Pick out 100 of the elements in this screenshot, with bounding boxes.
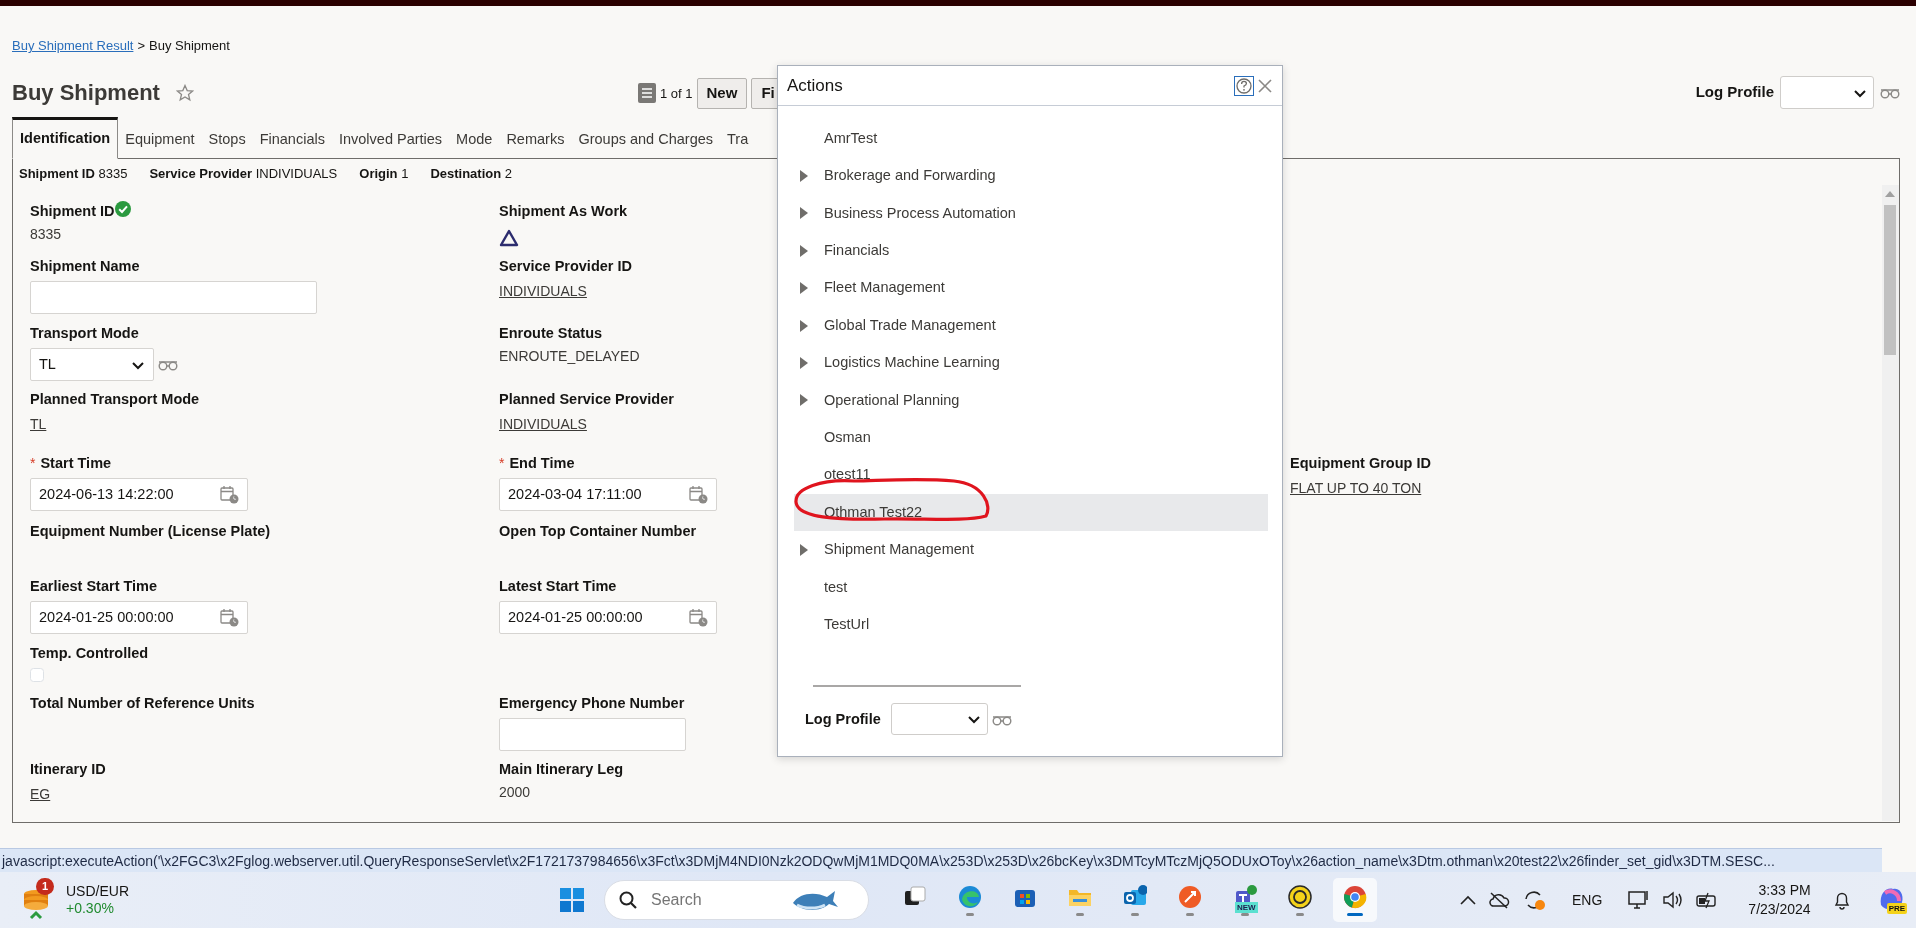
list-icon[interactable] xyxy=(638,83,656,104)
notification-badge: 1 xyxy=(36,878,55,895)
field-label: Equipment Number (License Plate) xyxy=(30,521,271,541)
date-field[interactable]: 2024-03-04 17:11:00 xyxy=(499,478,717,512)
app-icon xyxy=(958,884,982,909)
action-item[interactable]: TestUrl xyxy=(794,606,1268,644)
tab[interactable]: Stops xyxy=(201,121,253,159)
widget-title: USD/EUR xyxy=(66,882,129,900)
field-value: 2000 xyxy=(499,783,531,803)
search-box[interactable]: Search xyxy=(604,880,869,920)
field-link[interactable]: EG xyxy=(30,784,51,806)
app-icon xyxy=(1343,884,1367,909)
tab[interactable]: Equipment xyxy=(118,121,202,159)
log-profile-label: Log Profile xyxy=(1695,82,1774,103)
field-label: Earliest Start Time xyxy=(30,576,158,596)
field-label: Equipment Group ID xyxy=(1290,453,1431,473)
calendar-icon[interactable] xyxy=(220,608,239,628)
check-circle-icon xyxy=(114,200,131,217)
battery-icon[interactable] xyxy=(1696,891,1719,909)
tab[interactable]: Involved Parties xyxy=(331,121,450,159)
action-group[interactable]: Financials xyxy=(794,232,1268,270)
action-group[interactable]: Operational Planning xyxy=(794,381,1268,420)
breadcrumb-separator: > xyxy=(137,38,145,53)
caret-icon xyxy=(800,544,808,556)
breadcrumb-link[interactable]: Buy Shipment Result xyxy=(12,38,134,53)
scroll-up-icon[interactable] xyxy=(1885,191,1895,197)
search-icon xyxy=(619,891,637,909)
action-item[interactable]: Osman xyxy=(794,419,1268,457)
toolbar-button[interactable]: New xyxy=(696,78,748,109)
speaker-icon[interactable] xyxy=(1662,891,1685,909)
calendar-icon[interactable] xyxy=(220,485,239,505)
required-mark: * xyxy=(30,453,36,473)
log-profile-label: Log Profile xyxy=(805,709,881,729)
field-link[interactable]: TL xyxy=(30,414,47,436)
caret-icon xyxy=(800,394,808,407)
field-label: Start Time xyxy=(40,453,112,473)
windows-icon xyxy=(560,888,584,912)
scroll-thumb[interactable] xyxy=(1884,205,1896,355)
clock[interactable]: 3:33 PM 7/23/2024 xyxy=(1748,881,1811,919)
action-group[interactable]: Logistics Machine Learning xyxy=(794,344,1268,382)
pre-badge: PRE xyxy=(1886,903,1908,914)
tab[interactable]: Groups and Charges xyxy=(571,121,720,159)
required-mark: * xyxy=(499,453,505,473)
action-group[interactable]: Brokerage and Forwarding xyxy=(794,157,1268,195)
checkbox[interactable] xyxy=(30,668,44,683)
date-value: 2024-01-25 00:00:00 xyxy=(39,607,174,627)
dialog-title: Actions xyxy=(787,74,843,97)
action-item[interactable]: otest11 xyxy=(794,456,1268,494)
summary-field: Shipment ID 8335 xyxy=(19,164,128,184)
sync-icon[interactable] xyxy=(1522,889,1546,911)
glasses-icon[interactable] xyxy=(158,358,178,372)
tab[interactable]: Mode xyxy=(449,121,500,159)
language-indicator[interactable]: ENG xyxy=(1572,889,1603,911)
scrollbar[interactable] xyxy=(1882,185,1899,821)
field-label: Planned Service Provider xyxy=(499,389,674,409)
app-icon xyxy=(1178,884,1202,909)
action-item[interactable]: Othman Test22 xyxy=(794,493,1268,532)
app-icon xyxy=(1288,884,1312,909)
close-icon[interactable] xyxy=(1258,78,1272,93)
calendar-icon[interactable] xyxy=(689,485,708,505)
star-icon[interactable] xyxy=(175,84,194,102)
action-group[interactable]: Shipment Management xyxy=(794,531,1268,569)
glasses-icon[interactable] xyxy=(1880,86,1900,99)
status-url: javascript:executeAction('\x2FGC3\x2Fglog.webserver.util.QueryResponseServlet\x2F1721737984656\x3Fct\x3DMjM4NDI0Nzk2ODQwMjM1MDQ0MA\x253D\x253D\x26bcKey\x3DMTcyMTczMjQ5ODUxOToy\x26action_name\x3Dtm.othman\x20test22\x26finder_set_gid\x3DTM.SESC... xyxy=(0,848,1882,872)
field-link[interactable]: INDIVIDUALS xyxy=(499,414,587,436)
date-value: 2024-03-04 17:11:00 xyxy=(508,484,642,504)
action-item[interactable]: AmrTest xyxy=(794,120,1268,158)
bell-icon[interactable] xyxy=(1832,890,1851,910)
action-group[interactable]: Fleet Management xyxy=(794,269,1268,307)
field-label: Shipment As Work xyxy=(499,201,628,221)
text-field[interactable] xyxy=(499,718,686,752)
caret-icon xyxy=(800,282,808,295)
caret-icon xyxy=(800,244,808,257)
cloud-off-icon[interactable] xyxy=(1488,891,1510,909)
action-group[interactable]: Global Trade Management xyxy=(794,306,1268,345)
search-field[interactable]: Search xyxy=(649,887,779,913)
tab[interactable]: Remarks xyxy=(499,121,572,159)
date-field[interactable]: 2024-06-13 14:22:00 xyxy=(30,478,248,512)
select-field[interactable]: TL xyxy=(30,348,154,382)
field-link[interactable]: INDIVIDUALS xyxy=(499,281,587,303)
tab[interactable]: Identification xyxy=(12,117,119,159)
caret-icon xyxy=(800,357,808,370)
action-group[interactable]: Business Process Automation xyxy=(794,194,1268,233)
page-title: Buy Shipment xyxy=(12,79,160,107)
chevron-up-icon[interactable] xyxy=(1460,895,1476,905)
widget-change: +0.30% xyxy=(66,900,115,918)
monitor-icon[interactable] xyxy=(1628,890,1651,910)
date-field[interactable]: 2024-01-25 00:00:00 xyxy=(30,601,248,635)
calendar-icon[interactable] xyxy=(689,608,708,628)
action-item[interactable]: test xyxy=(794,568,1268,607)
field-link[interactable]: FLAT UP TO 40 TON xyxy=(1290,478,1422,500)
chevron-icon xyxy=(966,713,981,726)
taskbar-app[interactable]: NEW xyxy=(1223,878,1267,922)
tab[interactable]: Tra xyxy=(720,121,756,159)
help-icon[interactable] xyxy=(1234,75,1254,96)
tab[interactable]: Financials xyxy=(252,121,332,159)
field-label: Latest Start Time xyxy=(499,576,617,596)
triangle-icon xyxy=(499,228,519,247)
text-field[interactable] xyxy=(30,281,317,315)
date-field[interactable]: 2024-01-25 00:00:00 xyxy=(499,601,717,635)
